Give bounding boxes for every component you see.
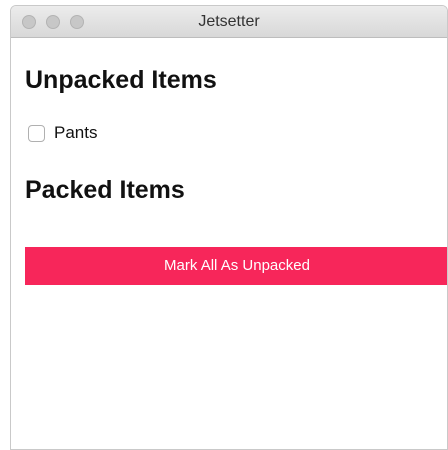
title-bar[interactable]: Jetsetter [11, 6, 447, 38]
window-title: Jetsetter [198, 13, 260, 30]
app-window: Jetsetter Unpacked Items Pants Packed It… [10, 5, 448, 450]
mark-all-unpacked-button[interactable]: Mark All As Unpacked [25, 247, 447, 285]
pants-checkbox[interactable] [28, 124, 45, 142]
list-item-pants[interactable]: Pants [28, 123, 97, 143]
packed-items-heading: Packed Items [25, 176, 185, 204]
unpacked-items-heading: Unpacked Items [25, 66, 217, 94]
item-label: Pants [54, 123, 98, 142]
